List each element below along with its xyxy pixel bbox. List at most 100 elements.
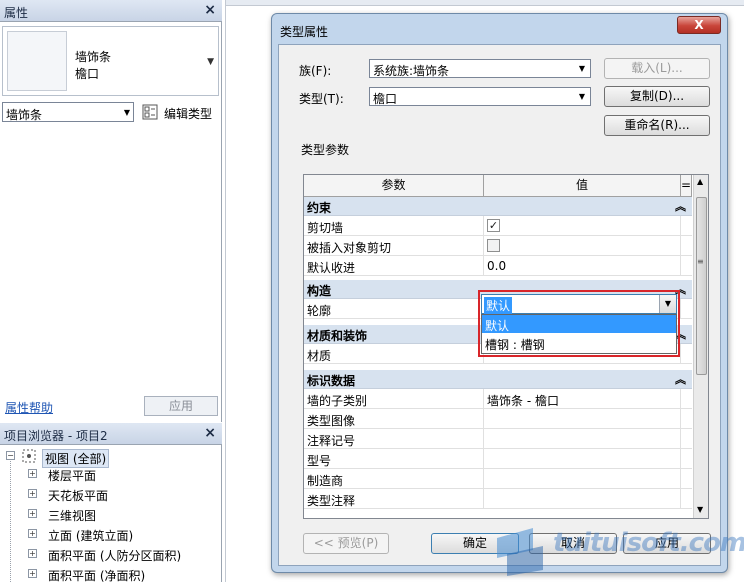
profile-selected-value: 默认 [484,297,513,314]
project-browser-close-icon[interactable]: × [204,425,216,441]
preview-button[interactable]: << 预览(P) [303,533,389,554]
param-name: 制造商 [307,474,344,488]
expand-icon[interactable]: + [28,549,37,558]
cut-wall-checkbox[interactable]: ✓ [487,219,500,232]
param-row[interactable]: 注释记号 [304,429,692,449]
properties-apply-button[interactable]: 应用 [144,396,218,416]
load-button[interactable]: 载入(L)... [604,58,710,79]
param-name: 注释记号 [307,434,356,448]
type-combo[interactable]: 檐口 ▼ [369,87,591,106]
param-row[interactable]: 默认收进 0.0 [304,256,692,276]
param-row[interactable]: 制造商 [304,469,692,489]
group-label: 标识数据 [307,374,356,388]
col-param-header[interactable]: 参数 [304,175,484,197]
grid-header: 参数 值 = [304,175,692,197]
param-name: 类型图像 [307,414,356,428]
col-value-header[interactable]: 值 [484,175,681,197]
param-value[interactable]: 墙饰条 - 檐口 [487,392,559,409]
param-name: 类型注释 [307,494,356,508]
type-label: 类型(T): [299,92,344,106]
chevron-down-icon[interactable]: ▼ [207,57,214,67]
properties-close-icon[interactable]: × [204,2,216,18]
param-row[interactable]: 类型注释 [304,489,692,509]
cell-divider [680,489,681,509]
rename-button[interactable]: 重命名(R)... [604,115,710,136]
properties-panel: 属性 × 墙饰条 檐口 ▼ 墙饰条 ▼ 编辑类型 属性帮助 应用 [0,0,222,422]
cell-divider [680,409,681,429]
cell-divider [483,429,484,449]
instance-filter-combo[interactable]: 墙饰条 ▼ [2,102,134,122]
profile-option-default[interactable]: 默认 [482,315,676,333]
edit-type-label: 编辑类型 [164,107,213,121]
param-row[interactable]: 墙的子类别 墙饰条 - 檐口 [304,389,692,409]
cell-divider [483,469,484,489]
expand-icon[interactable]: + [28,469,37,478]
cut-by-inserts-checkbox[interactable] [487,239,500,252]
cell-divider [680,236,681,256]
family-combo[interactable]: 系统族:墙饰条 ▼ [369,59,591,78]
type-selector[interactable]: 墙饰条 檐口 ▼ [2,26,219,96]
edit-type-icon [142,104,158,120]
scroll-grip-icon: ≡ [697,257,704,266]
cell-divider [483,409,484,429]
tree-item-label: 三维视图 [48,509,97,523]
cell-divider [680,449,681,469]
param-name: 材质 [307,349,332,363]
param-row[interactable]: 型号 [304,449,692,469]
chevron-down-icon[interactable]: ▼ [124,108,130,117]
view-tab-strip [226,0,744,6]
views-icon [22,449,36,463]
watermark: tuituisoft.com [493,518,744,582]
type-preview-image [7,31,67,91]
param-name: 被插入对象剪切 [307,241,392,255]
cell-divider [680,344,681,364]
col-formula-header[interactable]: = [681,175,692,197]
tree-item-label: 楼层平面 [48,469,97,483]
param-row[interactable]: 类型图像 [304,409,692,429]
collapse-icon[interactable]: ︽ [675,371,686,387]
chevron-down-icon[interactable]: ▼ [659,295,676,313]
collapse-icon[interactable]: ︽ [675,198,686,214]
cell-divider [680,429,681,449]
profile-dropdown-list[interactable]: 默认 槽钢 : 槽钢 [481,314,677,354]
properties-header: 属性 × [0,0,222,22]
chevron-down-icon[interactable]: ▼ [579,64,585,73]
duplicate-button[interactable]: 复制(D)... [604,86,710,107]
param-row[interactable]: 被插入对象剪切 [304,236,692,256]
scroll-down-icon[interactable]: ▼ [697,505,703,514]
cell-divider [483,236,484,256]
properties-help-link[interactable]: 属性帮助 [5,399,53,416]
dialog-close-button[interactable]: X [677,16,721,34]
tree-item-label: 面积平面 (净面积) [48,569,146,582]
type-name-label: 檐口 [75,67,100,81]
scroll-up-icon[interactable]: ▲ [697,177,703,186]
properties-title: 属性 [4,6,29,20]
group-constraints[interactable]: 约束 ︽ [304,197,692,216]
collapse-icon[interactable]: − [6,451,15,460]
tree-item-label: 面积平面 (人防分区面积) [48,549,182,563]
group-label: 材质和装饰 [307,329,368,343]
param-name: 型号 [307,454,332,468]
type-family-label: 墙饰条 [75,50,112,64]
tree-root-label: 视图 (全部) [42,449,110,468]
cell-divider [680,216,681,236]
family-label: 族(F): [299,64,332,78]
watermark-logo-icon [497,528,543,576]
scroll-thumb[interactable] [696,197,707,375]
expand-icon[interactable]: + [28,509,37,518]
chevron-down-icon[interactable]: ▼ [579,92,585,101]
profile-combo[interactable]: 默认 ▼ [481,294,677,314]
param-name: 剪切墙 [307,221,344,235]
group-label: 构造 [307,284,332,298]
grid-vertical-scrollbar[interactable]: ▲ ≡ ▼ [693,175,708,518]
param-value[interactable]: 0.0 [487,259,506,273]
expand-icon[interactable]: + [28,529,37,538]
watermark-text: tuituisoft.com [553,528,744,558]
param-row[interactable]: 剪切墙 ✓ [304,216,692,236]
group-identity-data[interactable]: 标识数据 ︽ [304,370,692,389]
expand-icon[interactable]: + [28,569,37,578]
group-label: 约束 [307,201,332,215]
tree-item-label: 天花板平面 [48,489,109,503]
profile-option-channel[interactable]: 槽钢 : 槽钢 [482,334,676,352]
expand-icon[interactable]: + [28,489,37,498]
